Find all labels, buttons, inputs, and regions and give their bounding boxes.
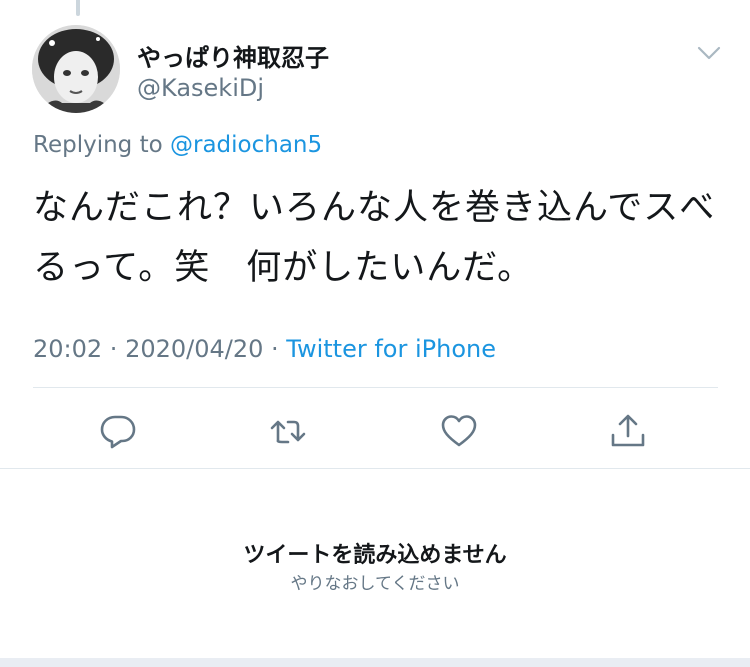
avatar-image xyxy=(32,25,120,113)
avatar[interactable] xyxy=(32,25,120,113)
chevron-down-icon[interactable] xyxy=(694,40,724,66)
share-button[interactable] xyxy=(606,409,650,453)
retweet-icon xyxy=(270,420,306,444)
tweet-text: なんだこれ？いろんな人を巻き込んでスべるって。笑 何がしたいんだ。 xyxy=(33,188,716,288)
user-handle[interactable]: @KasekiDj xyxy=(137,74,264,102)
heart-icon xyxy=(441,415,477,447)
retry-link[interactable]: やりなおしてください xyxy=(0,569,750,594)
replying-to-line: Replying to @radiochan5 xyxy=(33,132,322,158)
tweet-action-bar xyxy=(0,405,750,457)
replying-to-prefix: Replying to xyxy=(33,132,170,158)
like-button[interactable] xyxy=(437,409,481,453)
divider xyxy=(33,387,718,388)
retweet-button[interactable] xyxy=(266,409,310,453)
load-error-title: ツイートを読み込めません xyxy=(243,543,507,568)
meta-separator: · xyxy=(263,335,287,363)
section-divider xyxy=(0,468,750,469)
thread-connector-line xyxy=(76,0,80,16)
display-name[interactable]: やっぱり神取忍子 xyxy=(137,38,329,73)
meta-separator: · xyxy=(102,335,126,363)
bottom-separator xyxy=(0,658,750,667)
tweet-source[interactable]: Twitter for iPhone xyxy=(286,335,496,363)
reply-icon xyxy=(100,415,136,449)
replying-to-mention[interactable]: @radiochan5 xyxy=(170,132,322,158)
share-icon xyxy=(611,414,645,447)
tweet-date[interactable]: 2020/04/20 xyxy=(125,335,263,363)
tweet-metadata: 20:02 · 2020/04/20 · Twitter for iPhone xyxy=(33,335,496,363)
reply-button[interactable] xyxy=(96,409,140,453)
tweet-time[interactable]: 20:02 xyxy=(33,335,102,363)
